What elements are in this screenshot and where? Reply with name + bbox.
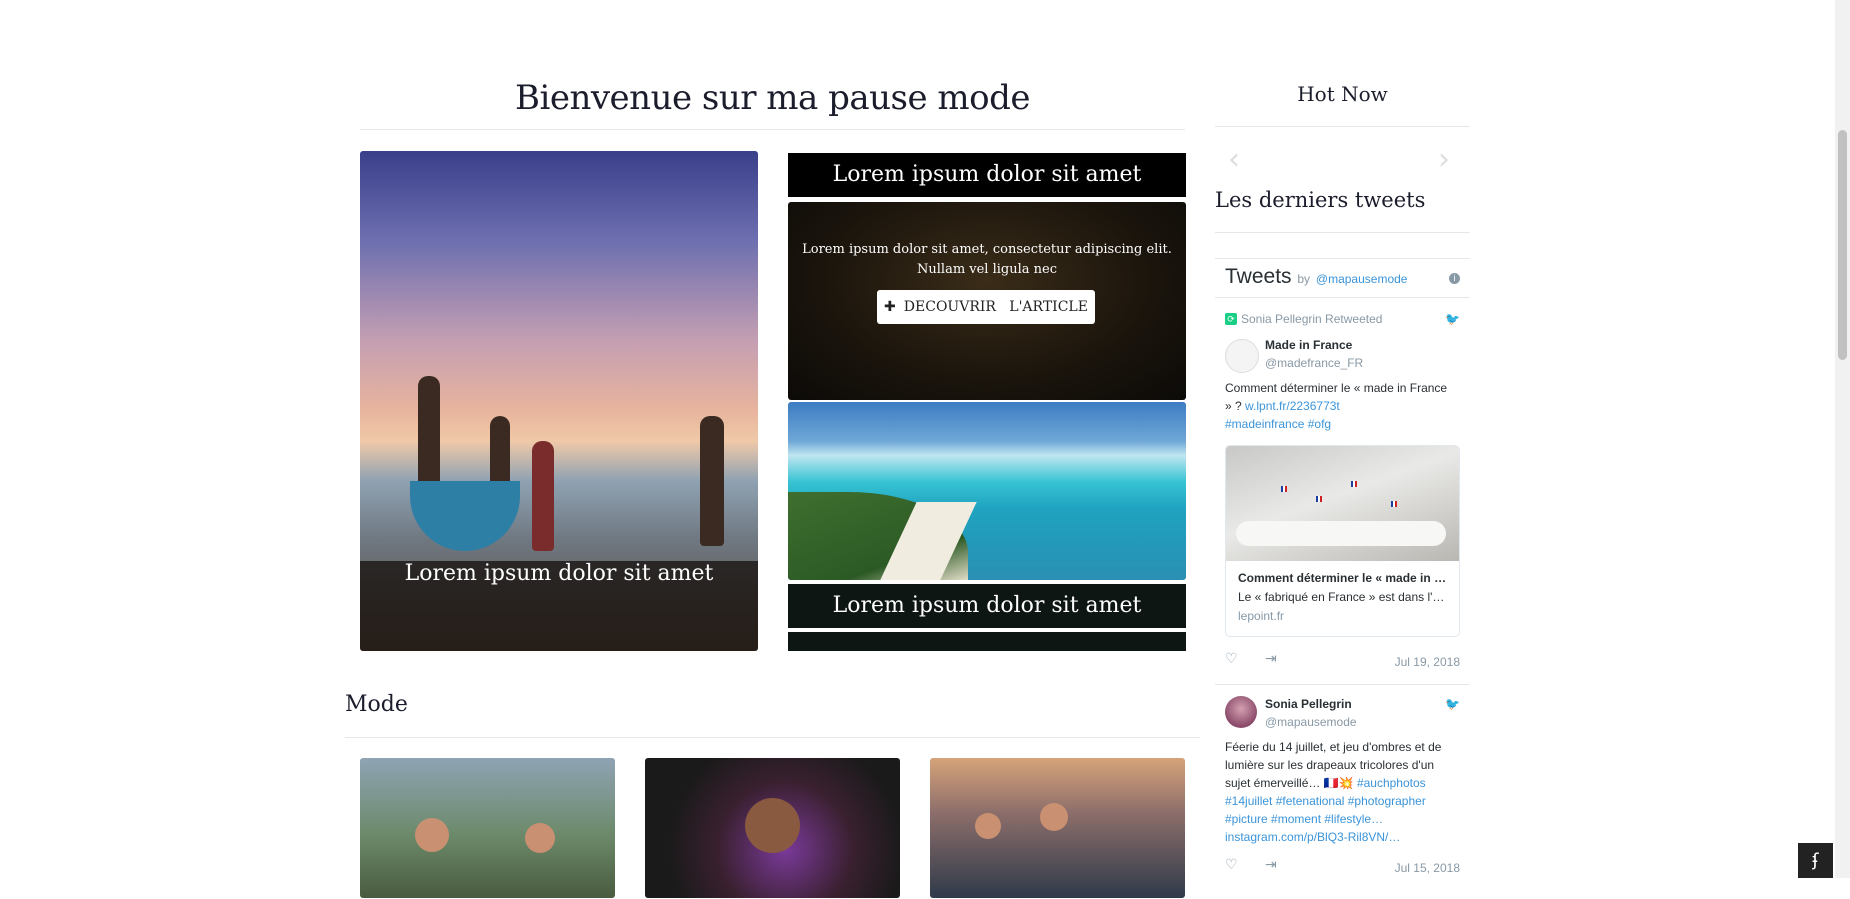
flag-patch	[1281, 486, 1287, 492]
tweets-section-title: Les derniers tweets	[1215, 188, 1426, 212]
share-icon[interactable]: ⇥	[1265, 651, 1277, 667]
shoe-sole	[1236, 521, 1446, 546]
timeline-title: Tweets	[1225, 265, 1292, 288]
symfony-toolbar-icon[interactable]: ʄ	[1798, 843, 1833, 878]
mode-article-thumb[interactable]	[360, 758, 615, 898]
twitter-bird-icon[interactable]: 🐦	[1445, 312, 1460, 326]
section-divider	[345, 737, 1200, 738]
lagoon-caption[interactable]: Lorem ipsum dolor sit amet	[788, 584, 1186, 628]
tweet-link[interactable]: w.lpnt.fr/2236773t	[1245, 399, 1340, 413]
tweets-divider	[1215, 232, 1470, 233]
article-description: Lorem ipsum dolor sit amet, consectetur …	[802, 242, 1172, 277]
info-icon[interactable]: i	[1449, 273, 1460, 284]
scrollbar-thumb[interactable]	[1838, 130, 1847, 360]
child-figure	[415, 818, 449, 852]
carousel-next-icon[interactable]: ›	[1438, 142, 1450, 177]
flag-patch	[1391, 501, 1397, 507]
card-domain: lepoint.fr	[1238, 609, 1285, 623]
hero-caption: Lorem ipsum dolor sit amet	[404, 561, 714, 586]
discover-article-button[interactable]: ✚ DECOUVRIR L'ARTICLE	[877, 290, 1095, 324]
tweet-separator	[1215, 684, 1470, 685]
fisherman-figure	[418, 376, 440, 496]
tweet-hashtags[interactable]: #madeinfrance #ofg	[1225, 417, 1331, 431]
flag-patch	[1351, 481, 1357, 487]
tweet-link-card[interactable]: Comment déterminer le « made in France »…	[1225, 445, 1460, 637]
tweet-date[interactable]: Jul 19, 2018	[1395, 655, 1460, 669]
card-image	[1226, 446, 1459, 561]
card-title: Comment déterminer le « made in France »…	[1238, 571, 1448, 585]
timeline-handle-link[interactable]: @mapausemode	[1316, 272, 1408, 286]
hot-now-divider	[1215, 126, 1470, 127]
plus-icon: ✚	[884, 299, 896, 315]
timeline-separator	[1215, 297, 1470, 298]
carousel-prev-icon[interactable]: ‹	[1228, 142, 1240, 177]
card-description: Le « fabriqué en France » est dans l'éti…	[1238, 590, 1448, 604]
hero-article-card[interactable]: Lorem ipsum dolor sit amet	[360, 151, 758, 651]
tweet-text: Comment déterminer le « made in France »…	[1225, 379, 1455, 433]
avatar[interactable]	[1225, 696, 1257, 728]
child-figure	[525, 823, 555, 853]
tweet-author[interactable]: Sonia Pellegrin	[1265, 697, 1352, 711]
retweeted-by: Sonia Pellegrin Retweeted	[1241, 312, 1383, 326]
avatar[interactable]	[1225, 339, 1259, 373]
mode-article-thumb[interactable]	[645, 758, 900, 898]
page-scrollbar[interactable]	[1835, 0, 1850, 878]
timeline-by: by	[1297, 272, 1311, 286]
hot-now-title: Hot Now	[1297, 82, 1388, 106]
fisherman-figure	[700, 416, 724, 546]
retweet-indicator: ⟳ Sonia Pellegrin Retweeted	[1225, 312, 1382, 326]
twitter-timeline: Tweets by @mapausemode i ⟳ Sonia Pellegr…	[1215, 258, 1470, 899]
tweet-date[interactable]: Jul 15, 2018	[1395, 861, 1460, 875]
tweet-link[interactable]: instagram.com/p/BlQ3-Ril8VN/…	[1225, 830, 1400, 844]
page-title: Bienvenue sur ma pause mode	[514, 78, 1031, 118]
tweet-handle[interactable]: @madefrance_FR	[1265, 356, 1363, 370]
title-divider	[360, 129, 1185, 130]
fisherman-figure	[532, 441, 554, 551]
share-icon[interactable]: ⇥	[1265, 857, 1277, 873]
like-icon[interactable]: ♡	[1225, 857, 1238, 873]
tweet-text: Féerie du 14 juillet, et jeu d'ombres et…	[1225, 738, 1455, 846]
timeline-header: Tweets by @mapausemode	[1225, 265, 1407, 289]
child-figure	[975, 813, 1001, 839]
discover-button-label: DECOUVRIR L'ARTICLE	[903, 299, 1088, 315]
caption-strip	[788, 632, 1186, 651]
tweet-handle[interactable]: @mapausemode	[1265, 715, 1357, 729]
retweet-icon: ⟳	[1225, 313, 1237, 325]
featured-article-card[interactable]: Lorem ipsum dolor sit amet, consectetur …	[788, 202, 1186, 400]
lagoon-article-card[interactable]	[788, 402, 1186, 580]
flag-patch	[1316, 496, 1322, 502]
twitter-bird-icon[interactable]: 🐦	[1445, 697, 1460, 711]
mode-article-thumb[interactable]	[930, 758, 1185, 898]
article-title-bar[interactable]: Lorem ipsum dolor sit amet	[788, 153, 1186, 197]
tweet-author[interactable]: Made in France	[1265, 338, 1352, 352]
basket-boat	[410, 481, 520, 551]
like-icon[interactable]: ♡	[1225, 651, 1238, 667]
child-figure	[745, 798, 800, 853]
section-title-mode: Mode	[345, 692, 408, 717]
child-figure	[1040, 803, 1068, 831]
